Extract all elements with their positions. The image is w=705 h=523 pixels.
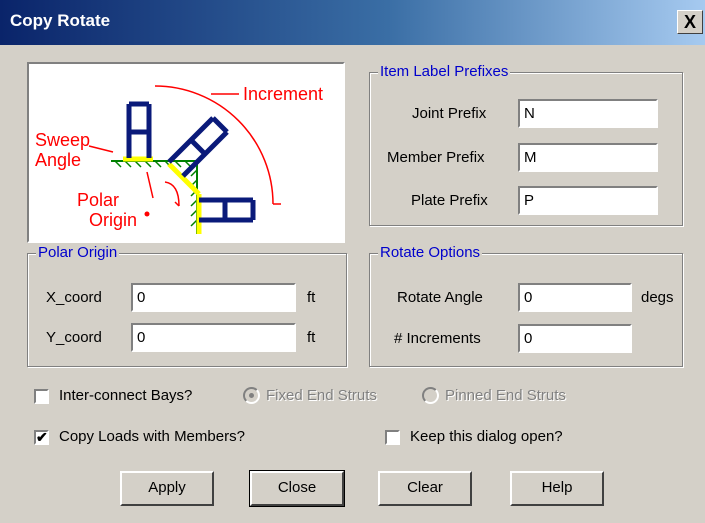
member-prefix-label: Member Prefix — [387, 149, 485, 166]
polar-origin-marker — [144, 211, 150, 217]
window-title: Copy Rotate — [10, 11, 111, 30]
keep-dialog-open-checkbox[interactable] — [385, 430, 400, 445]
structure-horizontal — [199, 197, 256, 223]
close-window-button[interactable]: X — [677, 10, 703, 34]
rotate-angle-field[interactable] — [518, 283, 632, 312]
apply-button-label: Apply — [148, 479, 186, 496]
increments-label: # Increments — [394, 330, 481, 347]
label-sweep: Sweep — [35, 130, 90, 150]
close-icon: X — [683, 12, 696, 32]
clear-button[interactable]: Clear — [378, 471, 472, 506]
close-button[interactable]: Close — [249, 470, 345, 507]
fixed-end-struts-radio[interactable] — [243, 387, 260, 404]
rotate-preview-image: Increment Sweep Angle Polar Origin — [27, 62, 345, 243]
plate-prefix-field[interactable] — [518, 186, 658, 215]
pinned-end-struts-label: Pinned End Struts — [445, 387, 566, 404]
label-angle: Angle — [35, 150, 81, 170]
interconnect-bays-label: Inter-connect Bays? — [59, 387, 193, 404]
rotate-angle-unit: degs — [641, 289, 674, 306]
copy-loads-checkbox[interactable]: ✔ — [34, 430, 49, 445]
fixed-end-struts-label: Fixed End Struts — [266, 387, 377, 404]
title-bar[interactable]: Copy Rotate X — [0, 0, 705, 45]
label-increment: Increment — [243, 84, 323, 104]
y-coord-label: Y_coord — [46, 329, 102, 346]
joint-prefix-field[interactable] — [518, 99, 658, 128]
plate-prefix-label: Plate Prefix — [411, 192, 488, 209]
y-coord-unit: ft — [307, 329, 316, 346]
x-coord-unit: ft — [307, 289, 316, 306]
y-coord-field[interactable] — [131, 323, 296, 352]
structure-upright — [126, 101, 152, 158]
increments-field[interactable] — [518, 324, 632, 353]
rotate-angle-label: Rotate Angle — [397, 289, 483, 306]
rotate-diagram: Increment Sweep Angle Polar Origin — [35, 84, 323, 234]
rotate-options-legend: Rotate Options — [378, 244, 483, 261]
help-button[interactable]: Help — [510, 471, 604, 506]
joint-prefix-label: Joint Prefix — [412, 105, 487, 122]
copy-loads-label: Copy Loads with Members? — [59, 428, 245, 445]
checkmark-icon: ✔ — [36, 429, 48, 445]
help-button-label: Help — [541, 479, 573, 496]
interconnect-bays-checkbox[interactable] — [34, 389, 49, 404]
keep-dialog-open-label: Keep this dialog open? — [410, 428, 563, 445]
clear-button-label: Clear — [407, 479, 443, 496]
member-prefix-field[interactable] — [518, 143, 658, 172]
pinned-end-struts-radio[interactable] — [422, 387, 439, 404]
radio-selected-dot — [249, 393, 254, 398]
label-origin: Origin — [89, 210, 137, 230]
copy-rotate-dialog: Copy Rotate X Increment Sweep Angle Pola… — [0, 0, 705, 523]
x-coord-field[interactable] — [131, 283, 296, 312]
close-button-label: Close — [277, 479, 317, 496]
polar-origin-legend: Polar Origin — [36, 244, 120, 261]
item-label-prefixes-legend: Item Label Prefixes — [378, 63, 511, 80]
highlight-diagonal — [167, 162, 201, 196]
x-coord-label: X_coord — [46, 289, 102, 306]
apply-button[interactable]: Apply — [120, 471, 214, 506]
label-polar: Polar — [77, 190, 119, 210]
